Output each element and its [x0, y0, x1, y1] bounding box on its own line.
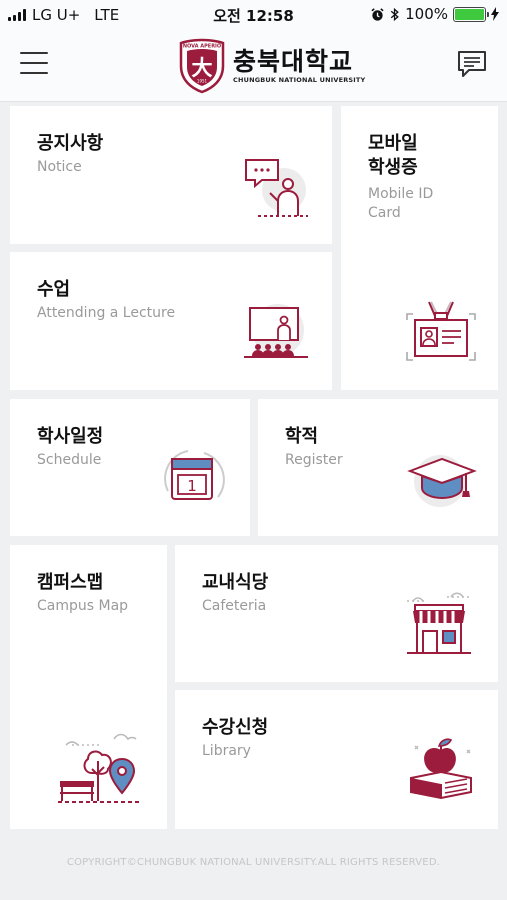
campus-map-icon — [58, 733, 140, 803]
status-right: 100% — [370, 5, 499, 23]
logo-english: CHUNGBUK NATIONAL UNIVERSITY — [233, 76, 366, 84]
tile-lecture-subtitle: Attending a Lecture — [37, 305, 176, 321]
tile-schedule-subtitle: Schedule — [37, 452, 102, 468]
tile-cafeteria-subtitle: Cafeteria — [202, 598, 267, 614]
logo-korean: 충북대학교 — [233, 47, 354, 76]
tile-notice-title: 공지사항 — [37, 133, 104, 154]
student-id-card-icon — [406, 301, 476, 361]
tile-campus-map[interactable]: 캠퍼스맵 Campus Map — [10, 545, 167, 829]
university-emblem-icon: NOVA APERIO 大 1951 — [179, 38, 225, 94]
battery-icon — [453, 6, 489, 22]
tile-course-registration-title: 수강신청 — [202, 717, 269, 738]
graduation-cap-icon — [407, 455, 477, 507]
tile-schedule[interactable]: 학사일정 Schedule 1 — [10, 399, 250, 536]
tile-notice-subtitle: Notice — [37, 159, 82, 175]
alarm-icon — [371, 7, 384, 21]
tile-notice[interactable]: 공지사항 Notice — [10, 106, 332, 244]
tile-lecture[interactable]: 수업 Attending a Lecture — [10, 252, 332, 390]
tile-cafeteria-title: 교내식당 — [202, 572, 269, 593]
tile-cafeteria[interactable]: 교내식당 Cafeteria — [175, 545, 498, 682]
tile-mobile-id[interactable]: 모바일 학생증 Mobile ID Card — [341, 106, 498, 390]
tile-lecture-title: 수업 — [37, 279, 71, 300]
menu-button[interactable] — [20, 52, 48, 76]
footer-copyright: COPYRIGHT©CHUNGBUK NATIONAL UNIVERSITY.A… — [66, 857, 441, 868]
message-icon[interactable] — [457, 50, 487, 78]
calendar-icon: 1 — [164, 450, 225, 500]
calendar-day: 1 — [187, 477, 197, 495]
university-logo: NOVA APERIO 大 1951 충북대학교 CHUNGBUK NATION… — [177, 38, 365, 94]
charging-icon — [491, 7, 499, 21]
emblem-year: 1951 — [197, 79, 208, 84]
status-bar: LG U+ LTE 오전 12:58 100% — [0, 0, 507, 30]
tile-course-registration-subtitle: Library — [202, 743, 251, 759]
tile-schedule-title: 학사일정 — [37, 426, 104, 447]
tile-mobile-id-title-line2: 학생증 — [368, 157, 418, 178]
cafeteria-store-icon — [407, 592, 471, 654]
tile-mobile-id-subtitle-line2: Card — [368, 205, 401, 221]
lecture-icon — [244, 304, 308, 358]
emblem-motto: NOVA APERIO — [183, 44, 221, 50]
tile-mobile-id-subtitle-line1: Mobile ID — [368, 186, 434, 202]
tile-course-registration[interactable]: 수강신청 Library — [175, 690, 498, 829]
battery-percent: 100% — [405, 5, 448, 23]
bluetooth-icon — [390, 7, 399, 21]
book-apple-icon — [410, 738, 472, 800]
tile-campus-map-subtitle: Campus Map — [37, 598, 129, 614]
tile-register-subtitle: Register — [285, 452, 343, 468]
tile-register[interactable]: 학적 Register — [258, 399, 498, 536]
tile-mobile-id-title-line1: 모바일 — [368, 133, 418, 154]
emblem-character: 大 — [192, 56, 213, 80]
tile-campus-map-title: 캠퍼스맵 — [37, 572, 104, 593]
app-header: NOVA APERIO 大 1951 충북대학교 CHUNGBUK NATION… — [0, 30, 507, 102]
notice-icon — [245, 159, 308, 217]
tile-register-title: 학적 — [285, 426, 319, 447]
